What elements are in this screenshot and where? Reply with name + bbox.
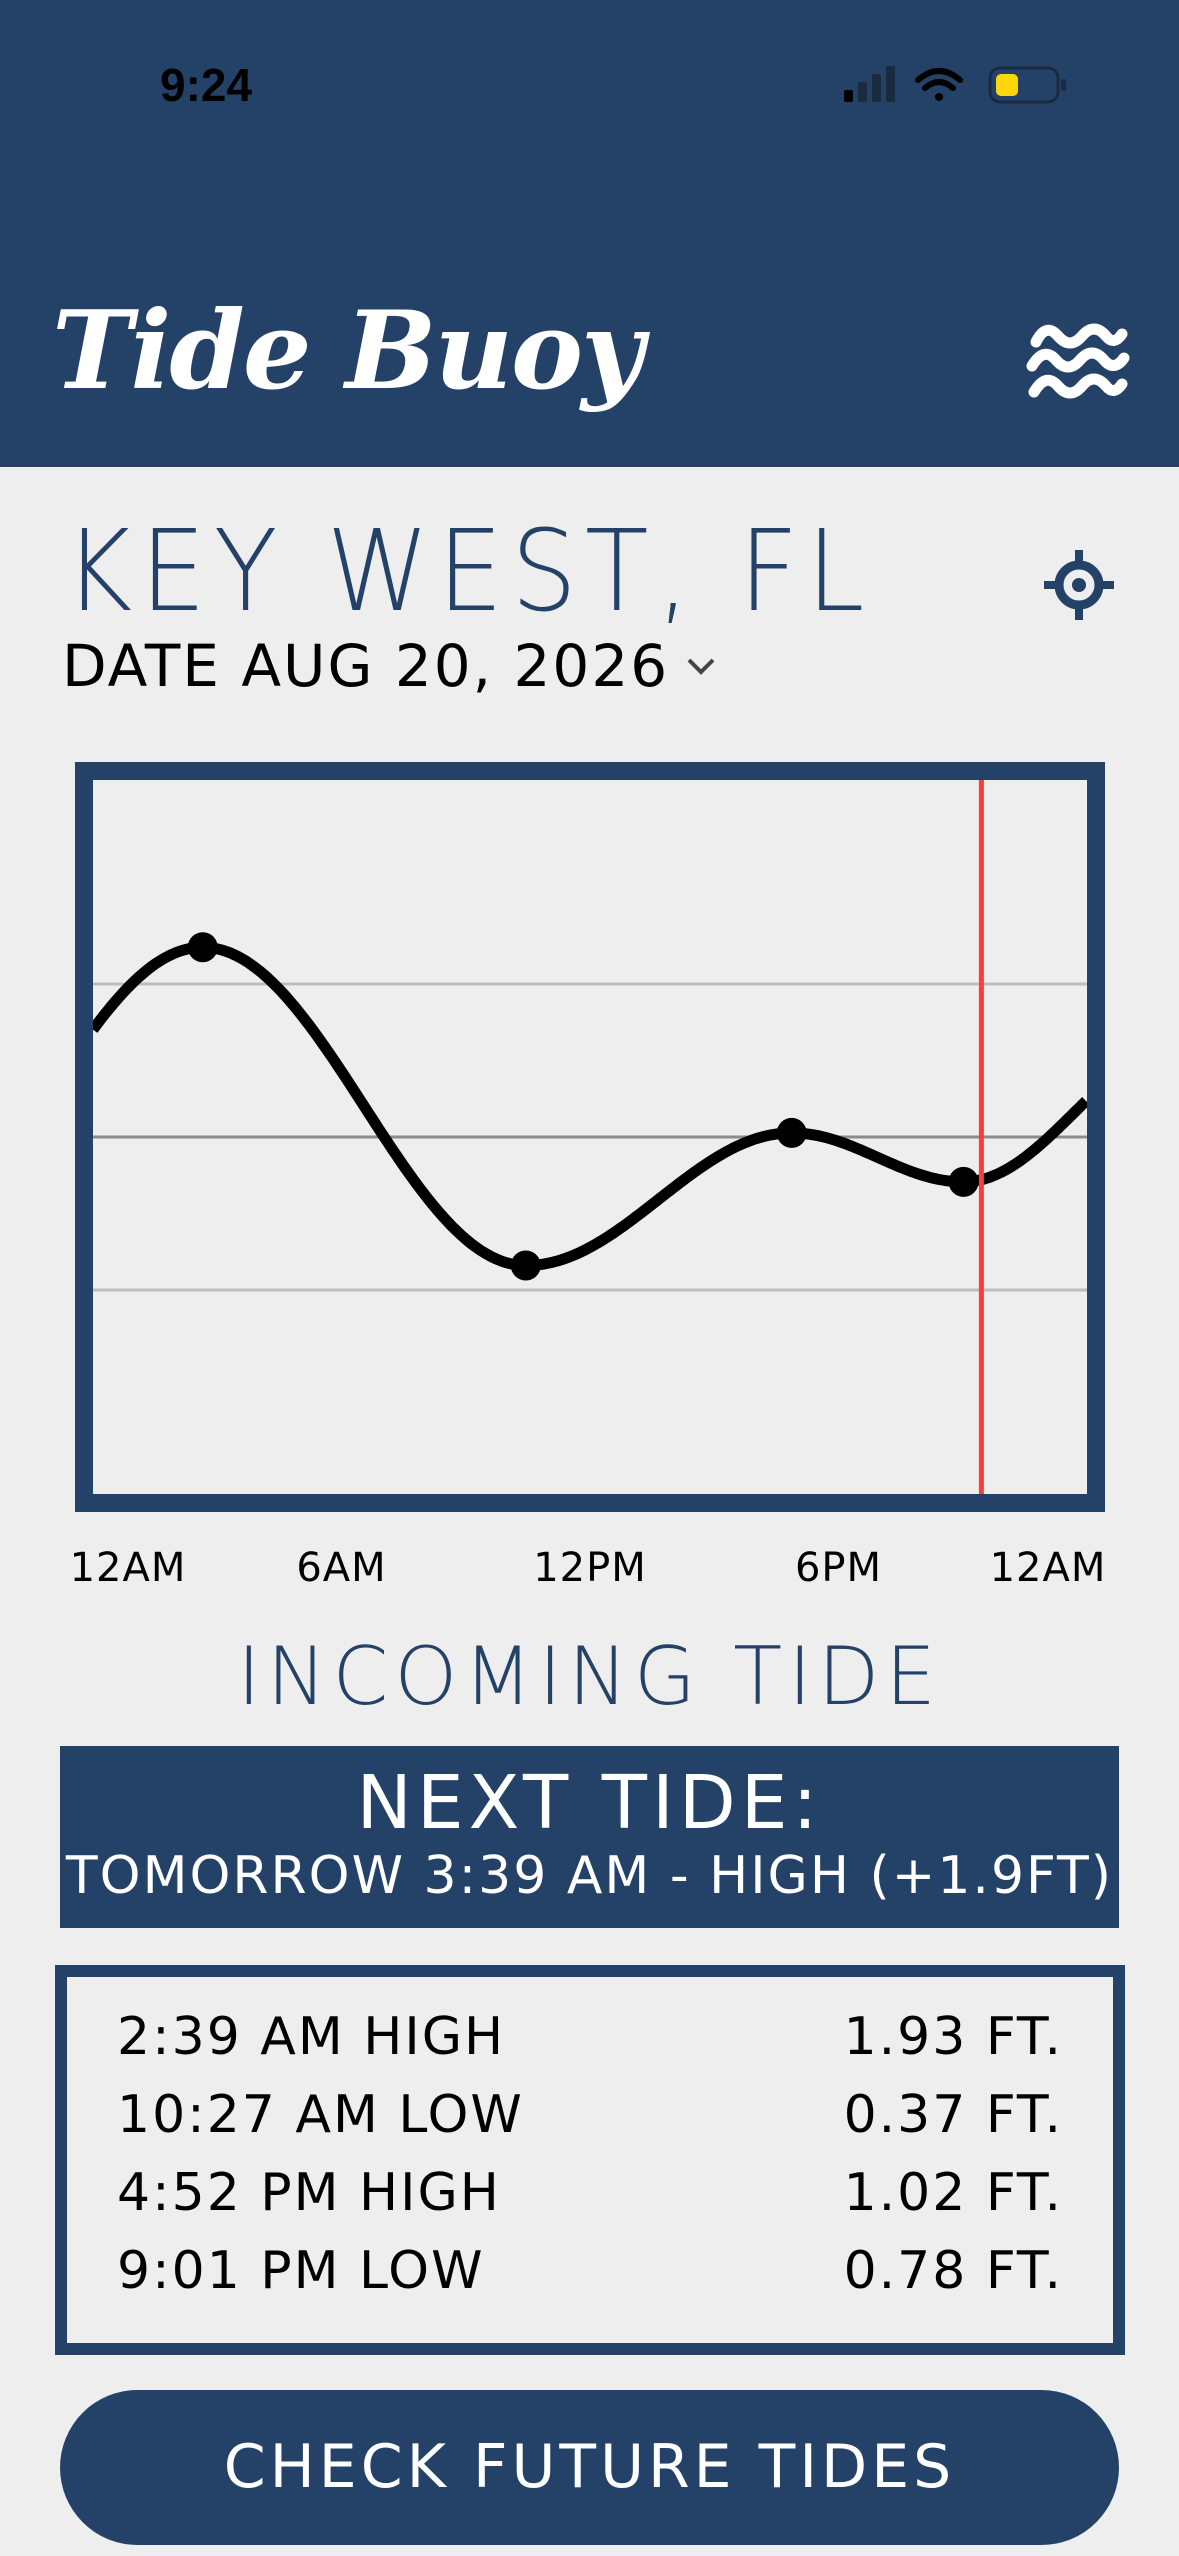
cellular-signal-icon — [844, 66, 895, 102]
waves-icon[interactable] — [1026, 316, 1130, 410]
tide-row-label: 2:39 AM HIGH — [117, 2007, 506, 2067]
next-tide-title: NEXT TIDE: — [356, 1760, 823, 1846]
x-tick-label: 12PM — [533, 1545, 647, 1591]
x-tick-label: 12AM — [69, 1545, 187, 1591]
app-header: 9:24 Tide Buoy — [0, 0, 1179, 467]
chart-x-axis: 12AM 6AM 12PM 6PM 12AM — [0, 1545, 1179, 1595]
x-tick-label: 6PM — [794, 1545, 883, 1591]
tide-curve — [93, 941, 1087, 1271]
date-selector[interactable]: DATE AUG 20, 2026 — [62, 632, 717, 700]
tide-row-value: 0.37 FT. — [843, 2085, 1063, 2145]
tide-point — [187, 932, 218, 963]
next-tide-banner: NEXT TIDE: TOMORROW 3:39 AM - HIGH (+1.9… — [60, 1746, 1119, 1928]
tide-row-value: 1.02 FT. — [843, 2163, 1063, 2223]
tide-table: 2:39 AM HIGH 1.93 FT. 10:27 AM LOW 0.37 … — [55, 1965, 1125, 2355]
next-tide-detail: TOMORROW 3:39 AM - HIGH (+1.9FT) — [65, 1846, 1114, 1906]
date-label: DATE AUG 20, 2026 — [62, 632, 670, 700]
battery-icon — [988, 66, 1066, 104]
tide-row-label: 9:01 PM LOW — [117, 2241, 485, 2301]
tide-chart-plot — [93, 780, 1087, 1494]
wifi-icon — [915, 68, 963, 101]
status-time: 9:24 — [160, 59, 253, 111]
tide-row: 4:52 PM HIGH 1.02 FT. — [67, 2163, 1113, 2241]
tide-row-value: 1.93 FT. — [843, 2007, 1063, 2067]
location-title: KEY WEST, FL — [64, 505, 873, 637]
tide-chart — [75, 762, 1105, 1512]
tide-state: INCOMING TIDE — [237, 1630, 942, 1723]
x-tick-label: 6AM — [296, 1545, 387, 1591]
tide-row: 2:39 AM HIGH 1.93 FT. — [67, 2007, 1113, 2085]
tide-point — [948, 1166, 979, 1197]
check-future-tides-button[interactable]: CHECK FUTURE TIDES — [60, 2390, 1119, 2545]
tide-row-value: 0.78 FT. — [843, 2241, 1063, 2301]
tide-row: 10:27 AM LOW 0.37 FT. — [67, 2085, 1113, 2163]
tide-row-label: 4:52 PM HIGH — [117, 2163, 501, 2223]
tide-row: 9:01 PM LOW 0.78 FT. — [67, 2241, 1113, 2319]
chevron-down-icon — [687, 658, 715, 675]
crosshair-icon[interactable] — [1042, 548, 1116, 622]
tide-row-label: 10:27 AM LOW — [117, 2085, 524, 2145]
app-logo: Tide Buoy — [52, 288, 644, 414]
x-tick-label: 12AM — [989, 1545, 1107, 1591]
status-icons — [844, 66, 1066, 104]
tide-point — [510, 1250, 541, 1281]
tide-point — [776, 1117, 807, 1148]
